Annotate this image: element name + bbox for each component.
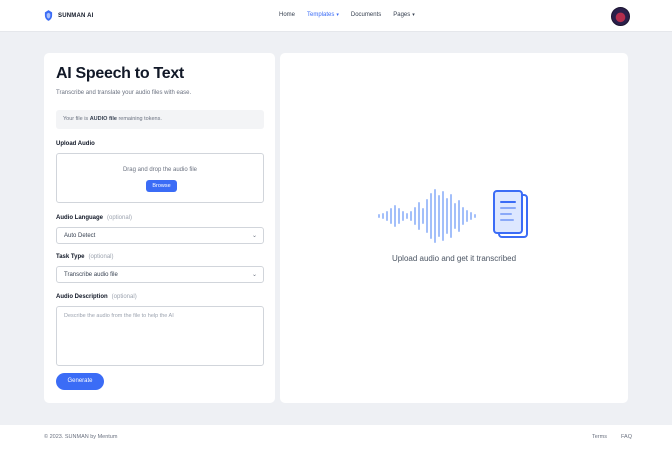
- audio-description-label-text: Audio Description: [56, 294, 108, 300]
- nav-pages[interactable]: Pages ▾: [393, 12, 415, 18]
- nav-pages-label: Pages: [393, 12, 411, 18]
- nav-documents-label: Documents: [350, 12, 382, 18]
- nav-documents[interactable]: Documents: [351, 12, 381, 18]
- info-suffix: remaining tokens.: [118, 116, 162, 122]
- optional-text: (optional): [107, 215, 133, 221]
- audio-dropzone[interactable]: Drag and drop the audio file Browse: [56, 153, 264, 203]
- audio-description-label: Audio Description (optional): [56, 294, 137, 300]
- footer: © 2023. SUNMAN by Mentum Terms FAQ: [0, 425, 672, 451]
- audio-language-label: Audio Language (optional): [56, 215, 132, 221]
- chevron-down-icon: ⌄: [251, 233, 257, 239]
- upload-audio-label-text: Upload Audio: [56, 141, 95, 147]
- browse-button[interactable]: Browse: [146, 180, 177, 192]
- footer-link-terms[interactable]: Terms: [592, 434, 607, 440]
- nav-home-label: Home: [279, 12, 296, 18]
- nav-templates-label: Templates: [307, 12, 335, 18]
- audio-language-select[interactable]: Auto Detect ⌄: [56, 227, 264, 244]
- task-type-value: Transcribe audio file: [64, 272, 118, 278]
- description-placeholder: Describe the audio from the file to help…: [64, 313, 174, 319]
- dropzone-text: Drag and drop the audio file: [122, 167, 198, 173]
- logo[interactable]: SUNMAN AI: [44, 10, 94, 21]
- info-strong: AUDIO file: [89, 116, 117, 122]
- info-prefix: Your file is: [63, 116, 89, 122]
- task-type-select[interactable]: Transcribe audio file ⌄: [56, 266, 264, 283]
- footer-links: Terms FAQ: [592, 434, 632, 440]
- user-avatar[interactable]: [611, 7, 630, 26]
- logo-text: SUNMAN AI: [58, 12, 94, 19]
- page-title: AI Speech to Text: [56, 65, 184, 82]
- task-type-label-text: Task Type: [56, 254, 85, 260]
- audio-description-textarea[interactable]: Describe the audio from the file to help…: [56, 306, 264, 366]
- chevron-down-icon: ▾: [336, 12, 339, 18]
- audio-language-value: Auto Detect: [64, 233, 96, 239]
- upload-audio-label: Upload Audio: [56, 141, 95, 147]
- nav-home[interactable]: Home: [279, 12, 295, 18]
- chevron-down-icon: ▾: [412, 12, 415, 18]
- chevron-down-icon: ⌄: [251, 272, 257, 278]
- task-type-label: Task Type (optional): [56, 254, 113, 260]
- waveform-icon: [378, 189, 476, 243]
- main-nav: Home Templates ▾ Documents Pages ▾: [279, 12, 415, 18]
- logo-icon: [44, 10, 53, 21]
- token-info-box: Your file is AUDIO file remaining tokens…: [56, 110, 264, 129]
- optional-text: (optional): [88, 254, 114, 260]
- page-subtitle: Transcribe and translate your audio file…: [56, 90, 192, 96]
- audio-waveform-illustration: [378, 189, 528, 243]
- footer-link-faq[interactable]: FAQ: [621, 434, 632, 440]
- generate-button[interactable]: Generate: [56, 373, 104, 390]
- copyright-text: © 2023. SUNMAN by Mentum: [44, 434, 118, 440]
- document-icon: [493, 190, 528, 238]
- audio-language-label-text: Audio Language: [56, 215, 103, 221]
- nav-templates[interactable]: Templates ▾: [307, 12, 339, 18]
- empty-state-text: Upload audio and get it transcribed: [391, 254, 517, 263]
- top-navbar: SUNMAN AI Home Templates ▾ Documents Pag…: [0, 0, 672, 32]
- result-panel: Upload audio and get it transcribed: [280, 53, 628, 403]
- speech-to-text-form: AI Speech to Text Transcribe and transla…: [44, 53, 275, 403]
- optional-text: (optional): [111, 294, 137, 300]
